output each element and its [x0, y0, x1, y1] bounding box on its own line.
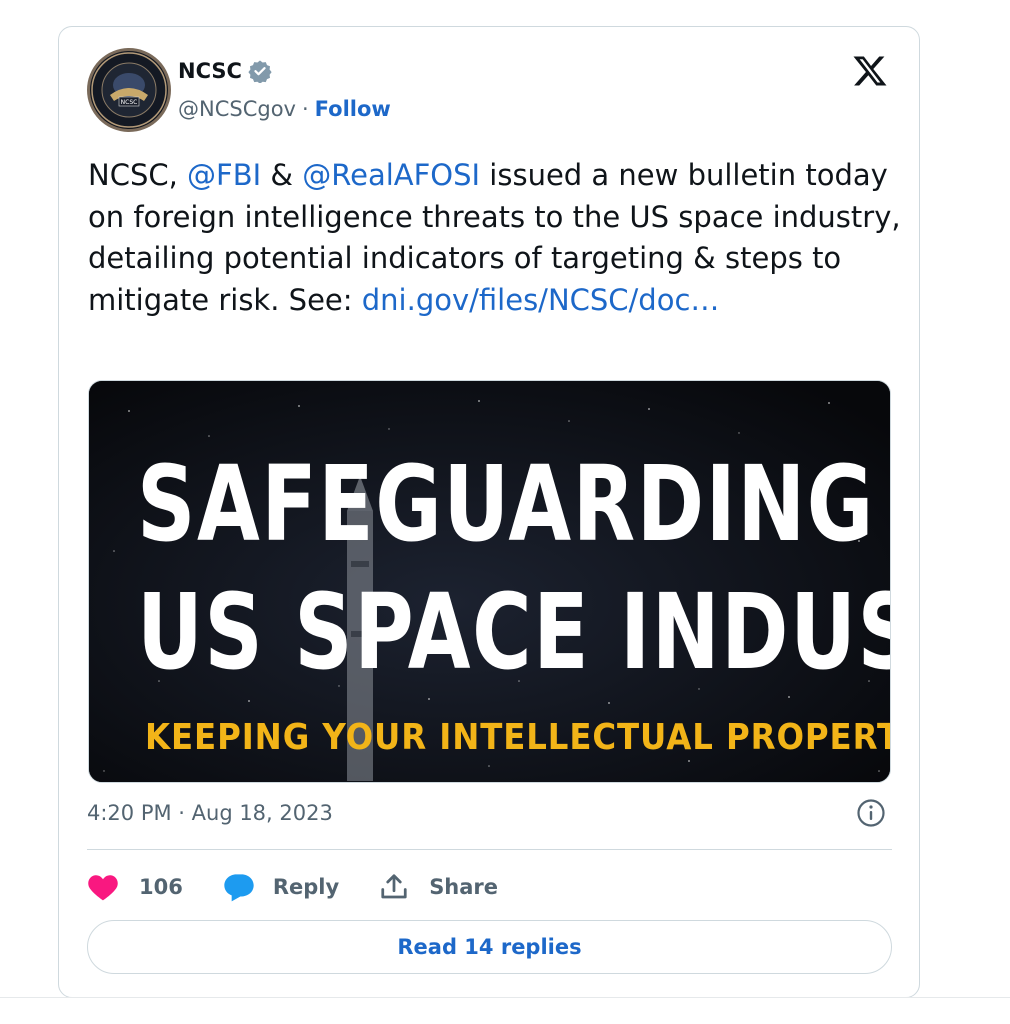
- separator: ·: [301, 97, 309, 121]
- reply-label: Reply: [272, 875, 340, 899]
- read-replies-button[interactable]: Read 14 replies: [87, 920, 892, 974]
- media-headline-line1: SAFEGUARDING T: [137, 443, 891, 565]
- author-handle[interactable]: @NCSCgov: [178, 97, 296, 121]
- tweet-card: NCSC NCSC @NCSCgov · Follow NCSC, @FBI &…: [58, 26, 920, 998]
- author-name-row[interactable]: NCSC: [178, 59, 272, 83]
- page-bottom-border: [0, 997, 1010, 998]
- share-button[interactable]: Share: [379, 872, 498, 902]
- tweet-text-part1: NCSC,: [88, 158, 188, 192]
- tweet-link[interactable]: dni.gov/files/NCSC/doc…: [362, 283, 720, 317]
- media-headline-line2: US SPACE INDUST: [137, 571, 891, 693]
- author-name[interactable]: NCSC: [178, 59, 242, 83]
- heart-icon: [88, 875, 118, 901]
- verified-badge-icon: [248, 60, 272, 83]
- like-count: 106: [139, 875, 183, 899]
- share-label: Share: [429, 875, 499, 899]
- share-icon: [381, 874, 407, 899]
- media-subheadline: KEEPING YOUR INTELLECTUAL PROPERT: [145, 717, 891, 758]
- mention-fbi[interactable]: @FBI: [187, 158, 261, 192]
- reply-button[interactable]: Reply: [223, 872, 339, 902]
- reply-bubble-icon: [224, 874, 254, 902]
- svg-text:NCSC: NCSC: [121, 99, 138, 106]
- seal-icon: NCSC: [91, 52, 167, 128]
- action-bar: 106 Reply Share: [87, 867, 498, 907]
- handle-row: @NCSCgov · Follow: [178, 97, 391, 121]
- info-icon[interactable]: [856, 798, 886, 828]
- avatar[interactable]: NCSC: [87, 48, 171, 132]
- tweet-text-part2: &: [261, 158, 303, 192]
- like-button[interactable]: 106: [87, 872, 183, 902]
- tweet-media-image[interactable]: SAFEGUARDING T US SPACE INDUST KEEPING Y…: [88, 380, 891, 783]
- mention-realafosi[interactable]: @RealAFOSI: [302, 158, 480, 192]
- tweet-text: NCSC, @FBI & @RealAFOSI issued a new bul…: [88, 155, 908, 321]
- tweet-timestamp[interactable]: 4:20 PM · Aug 18, 2023: [87, 801, 333, 825]
- x-logo-icon[interactable]: [851, 53, 889, 89]
- follow-button[interactable]: Follow: [315, 97, 391, 121]
- divider: [87, 849, 892, 850]
